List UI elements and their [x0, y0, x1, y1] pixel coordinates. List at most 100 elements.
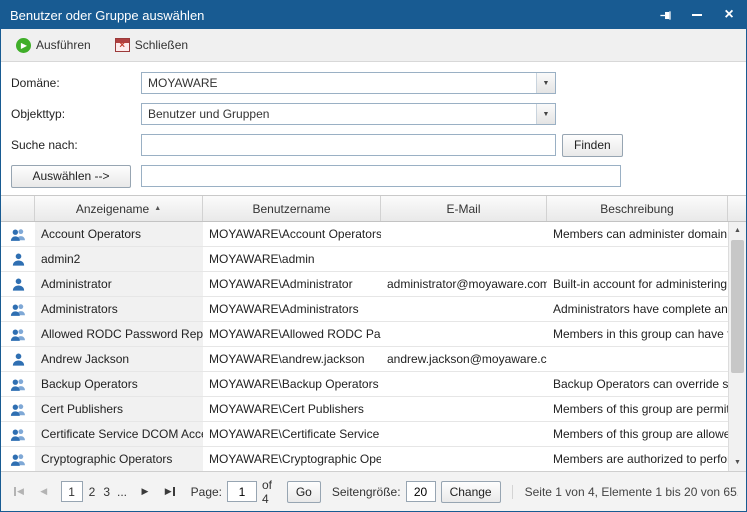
- cell-email: [381, 247, 547, 271]
- scrollbar-track[interactable]: [729, 239, 746, 454]
- page-number-link[interactable]: 3: [99, 485, 114, 499]
- cell-beschreibung: [547, 347, 728, 371]
- group-icon: [9, 401, 27, 417]
- cell-email: administrator@moyaware.com: [387, 277, 547, 291]
- pin-icon[interactable]: [657, 7, 673, 23]
- scrollbar-thumb[interactable]: [731, 240, 744, 374]
- select-button[interactable]: Auswählen -->: [11, 164, 131, 188]
- cell-beschreibung: Built-in account for administering the c…: [553, 277, 728, 291]
- current-page-number[interactable]: 1: [60, 481, 83, 502]
- cell-email: [381, 372, 547, 396]
- titlebar: Benutzer oder Gruppe auswählen ×: [1, 1, 746, 29]
- group-icon: [9, 376, 27, 392]
- vertical-scrollbar[interactable]: ▲ ▼: [728, 222, 746, 471]
- cell-benutzername: MOYAWARE\Backup Operators: [209, 377, 379, 391]
- cell-anzeigename: Backup Operators: [35, 372, 203, 396]
- sort-ascending-icon: ▲: [154, 205, 162, 212]
- first-page-button[interactable]: ◀: [9, 482, 29, 502]
- user-icon: [9, 251, 27, 267]
- page-size-input[interactable]: [405, 481, 436, 502]
- chevron-down-icon: ▼: [536, 73, 555, 93]
- table-row[interactable]: Cryptographic Operators MOYAWARE\Cryptog…: [1, 447, 728, 472]
- table-row[interactable]: Cert Publishers MOYAWARE\Cert Publishers…: [1, 397, 728, 422]
- window-title: Benutzer oder Gruppe auswählen: [10, 7, 205, 23]
- previous-page-button[interactable]: ◀: [34, 482, 54, 502]
- close-button[interactable]: × Schließen: [106, 33, 197, 57]
- table-row[interactable]: Account Operators MOYAWARE\Account Opera…: [1, 222, 728, 247]
- table-row[interactable]: Administrator MOYAWARE\Administrator adm…: [1, 272, 728, 297]
- cell-email: [381, 422, 547, 446]
- cell-beschreibung: Members of this group are permitted to p…: [553, 402, 728, 416]
- cell-anzeigename: admin2: [35, 247, 203, 271]
- user-icon: [9, 351, 27, 367]
- selected-users-input[interactable]: [141, 165, 621, 187]
- last-page-button[interactable]: ▶: [160, 482, 180, 502]
- page-of-label: of 4: [262, 477, 273, 506]
- cell-anzeigename: Certificate Service DCOM Access: [35, 422, 203, 446]
- group-icon: [9, 426, 27, 442]
- table-row[interactable]: Andrew Jackson MOYAWARE\andrew.jackson a…: [1, 347, 728, 372]
- cell-anzeigename: Cert Publishers: [35, 397, 203, 421]
- group-icon: [9, 451, 27, 467]
- user-group-table: Anzeigename ▲ Benutzername E-Mail Beschr…: [1, 195, 746, 472]
- table-row[interactable]: admin2 MOYAWARE\admin: [1, 247, 728, 272]
- cell-beschreibung: Members in this group can have their pas…: [553, 327, 728, 341]
- table-row[interactable]: Allowed RODC Password Replication Group …: [1, 322, 728, 347]
- search-label: Suche nach:: [11, 138, 78, 152]
- cell-beschreibung: Members are authorized to perform crypto…: [553, 452, 728, 466]
- find-button[interactable]: Finden: [562, 133, 623, 157]
- cell-anzeigename: Cryptographic Operators: [35, 447, 203, 471]
- page-number-link[interactable]: 2: [85, 485, 100, 499]
- cell-beschreibung: Members can administer domain user and g…: [553, 227, 728, 241]
- column-header-icon[interactable]: [1, 196, 35, 221]
- column-header-spacer: [728, 196, 746, 221]
- cell-email: andrew.jackson@moyaware.com: [387, 352, 547, 366]
- cell-email: [381, 447, 547, 471]
- table-row[interactable]: Backup Operators MOYAWARE\Backup Operato…: [1, 372, 728, 397]
- column-header-beschreibung[interactable]: Beschreibung: [547, 196, 728, 221]
- cell-beschreibung: Backup Operators can override security r…: [553, 377, 728, 391]
- select-user-or-group-dialog: Benutzer oder Gruppe auswählen × ▶ Ausfü…: [0, 0, 747, 512]
- objecttype-dropdown-value: Benutzer und Gruppen: [148, 107, 270, 121]
- page-number-input[interactable]: [227, 481, 257, 502]
- group-icon: [9, 301, 27, 317]
- cell-benutzername: MOYAWARE\Cryptographic Operators: [209, 452, 381, 466]
- close-icon[interactable]: ×: [721, 7, 737, 23]
- table-row[interactable]: Certificate Service DCOM Access MOYAWARE…: [1, 422, 728, 447]
- next-page-button[interactable]: ▶: [135, 482, 155, 502]
- pager: ◀ ◀ 123... ▶ ▶ Page: of 4 Go Seitengröße…: [1, 471, 746, 511]
- column-header-benutzername[interactable]: Benutzername: [203, 196, 381, 221]
- table-header: Anzeigename ▲ Benutzername E-Mail Beschr…: [1, 196, 746, 222]
- cell-beschreibung: Members of this group are allowed to con…: [553, 427, 728, 441]
- change-button[interactable]: Change: [440, 480, 501, 503]
- column-header-anzeigename[interactable]: Anzeigename ▲: [35, 196, 203, 221]
- user-icon: [9, 276, 27, 292]
- cell-benutzername: MOYAWARE\Administrators: [209, 302, 359, 316]
- cell-anzeigename: Administrators: [35, 297, 203, 321]
- cell-beschreibung: [547, 247, 728, 271]
- page-ellipsis: ...: [117, 484, 128, 499]
- cell-benutzername: MOYAWARE\admin: [209, 252, 315, 266]
- table-row[interactable]: Administrators MOYAWARE\Administrators A…: [1, 297, 728, 322]
- domain-label: Domäne:: [11, 76, 60, 90]
- cell-benutzername: MOYAWARE\Cert Publishers: [209, 402, 364, 416]
- minimize-icon[interactable]: [689, 7, 705, 23]
- scroll-down-icon[interactable]: ▼: [729, 454, 746, 471]
- close-button-label: Schließen: [134, 38, 189, 52]
- cell-beschreibung: Administrators have complete and unrestr…: [553, 302, 728, 316]
- pager-status: Seite 1 von 4, Elemente 1 bis 20 von 65.: [511, 484, 738, 499]
- page-links: 1 2 3...: [59, 481, 130, 502]
- column-header-email[interactable]: E-Mail: [381, 196, 547, 221]
- run-button[interactable]: ▶ Ausführen: [7, 33, 100, 58]
- cell-anzeigename: Administrator: [35, 272, 203, 296]
- domain-dropdown[interactable]: MOYAWARE ▼: [141, 72, 556, 94]
- cell-email: [381, 397, 547, 421]
- cell-benutzername: MOYAWARE\Certificate Service DCOM Access: [209, 427, 381, 441]
- search-input[interactable]: [141, 134, 556, 156]
- cell-anzeigename: Account Operators: [35, 222, 203, 246]
- go-button[interactable]: Go: [286, 480, 321, 503]
- scroll-up-icon[interactable]: ▲: [729, 222, 746, 239]
- toolbar: ▶ Ausführen × Schließen: [1, 29, 746, 62]
- objecttype-dropdown[interactable]: Benutzer und Gruppen ▼: [141, 103, 556, 125]
- page-label: Page:: [190, 484, 222, 499]
